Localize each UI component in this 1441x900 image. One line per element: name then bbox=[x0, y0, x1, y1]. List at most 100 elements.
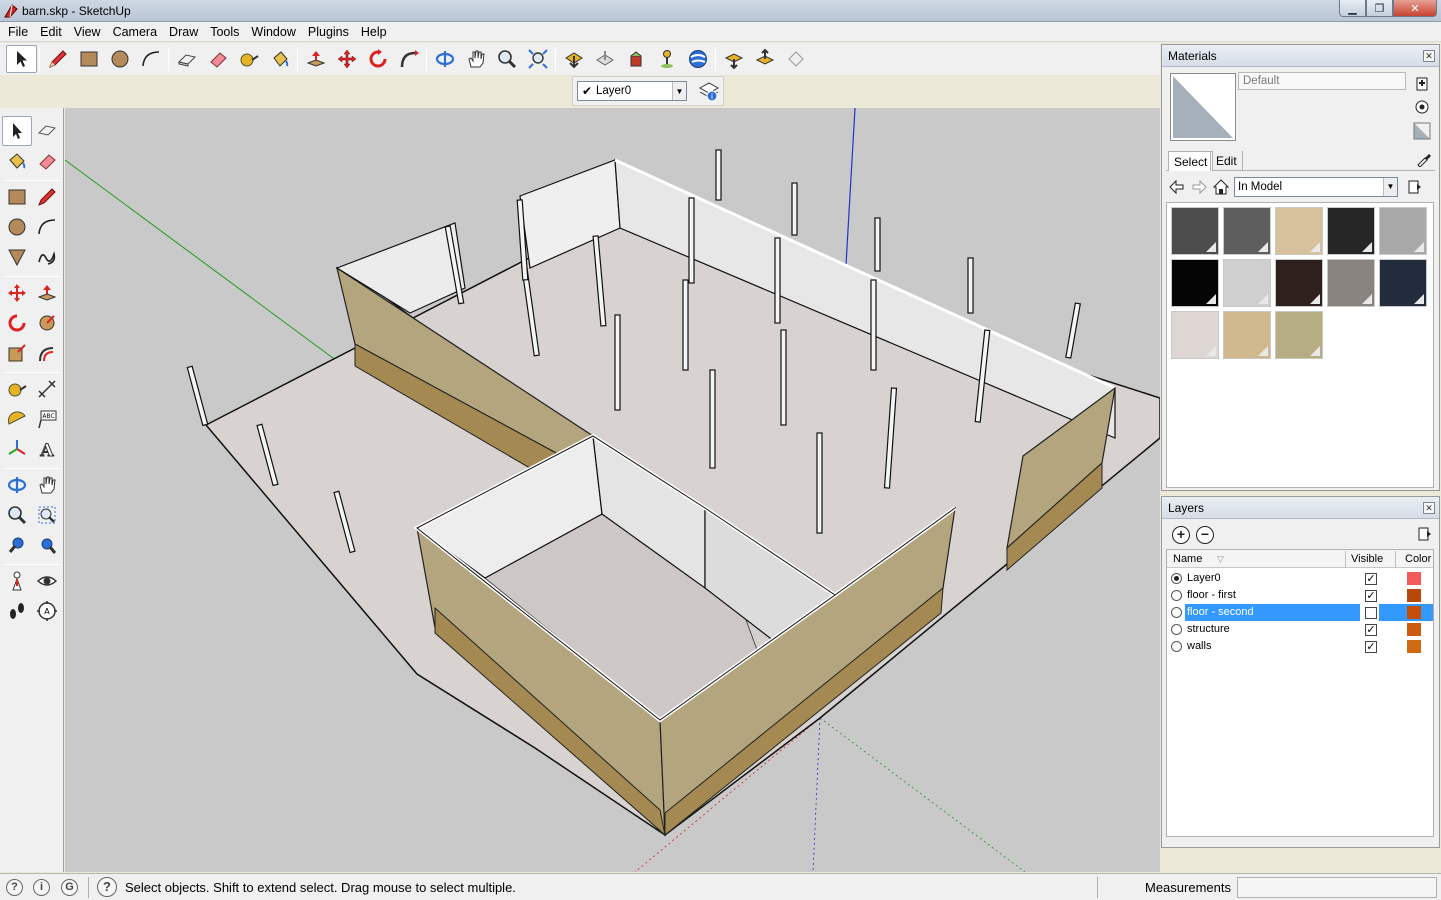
model-canvas[interactable] bbox=[65, 108, 1160, 872]
layer-name[interactable]: floor - second bbox=[1185, 604, 1360, 621]
details-button[interactable] bbox=[1404, 176, 1426, 198]
active-layer-radio[interactable] bbox=[1171, 641, 1182, 652]
material-swatch[interactable] bbox=[1171, 311, 1219, 359]
active-layer-radio[interactable] bbox=[1171, 590, 1182, 601]
column[interactable] bbox=[186, 365, 209, 427]
layer-row[interactable]: structure ✓ bbox=[1167, 621, 1433, 638]
push-pull-button[interactable] bbox=[300, 45, 331, 73]
menu-tools[interactable]: Tools bbox=[204, 22, 245, 42]
previous-view-button-large[interactable] bbox=[2, 530, 32, 560]
material-swatch[interactable] bbox=[1327, 259, 1375, 307]
zoom-extents-button[interactable] bbox=[522, 45, 553, 73]
orbit-button-large[interactable] bbox=[2, 470, 32, 500]
material-swatch[interactable] bbox=[1275, 259, 1323, 307]
tape-measure-button[interactable] bbox=[233, 45, 264, 73]
layers-details-button[interactable] bbox=[1418, 527, 1432, 544]
arc-button-large[interactable] bbox=[32, 212, 62, 242]
layer-color-swatch[interactable] bbox=[1407, 572, 1421, 585]
measurements-input[interactable] bbox=[1237, 877, 1437, 898]
push-pull-button-large[interactable] bbox=[32, 278, 62, 308]
offset-button-large[interactable] bbox=[32, 338, 62, 368]
maximize-button[interactable]: ❐ bbox=[1366, 0, 1393, 17]
column[interactable] bbox=[816, 432, 823, 534]
follow-me-button-large[interactable] bbox=[32, 308, 62, 338]
material-swatch[interactable] bbox=[1223, 311, 1271, 359]
column[interactable] bbox=[688, 197, 695, 284]
pencil-tool-button[interactable] bbox=[42, 45, 73, 73]
layer-row[interactable]: walls ✓ bbox=[1167, 638, 1433, 655]
zoom-button-large[interactable] bbox=[2, 500, 32, 530]
layer-manager-button[interactable]: i bbox=[695, 78, 723, 104]
column[interactable] bbox=[682, 279, 689, 371]
protractor-button-large[interactable] bbox=[2, 404, 32, 434]
zoom-window-button-large[interactable] bbox=[32, 500, 62, 530]
name-column-header[interactable]: Name bbox=[1173, 550, 1202, 568]
column[interactable] bbox=[774, 237, 781, 324]
material-swatch[interactable] bbox=[1223, 259, 1271, 307]
share-model-button[interactable] bbox=[589, 45, 620, 73]
circle-button-large[interactable] bbox=[2, 212, 32, 242]
layer-name[interactable]: walls bbox=[1185, 638, 1360, 655]
material-swatch[interactable] bbox=[1327, 207, 1375, 255]
zoom-extents-button-large[interactable] bbox=[32, 530, 62, 560]
sample-paint-button[interactable] bbox=[1412, 97, 1432, 117]
active-layer-radio[interactable] bbox=[1171, 573, 1182, 584]
freehand-button-large[interactable] bbox=[32, 242, 62, 272]
menu-draw[interactable]: Draw bbox=[163, 22, 204, 42]
arc-tool-button[interactable] bbox=[135, 45, 166, 73]
column[interactable] bbox=[1065, 302, 1081, 359]
layer-row[interactable]: Layer0 ✓ bbox=[1167, 570, 1433, 587]
geo-location-icon[interactable]: ? bbox=[6, 879, 23, 896]
layer-visible-checkbox[interactable]: ✓ bbox=[1365, 573, 1377, 585]
google-earth-button[interactable] bbox=[651, 45, 682, 73]
layer-color-swatch[interactable] bbox=[1407, 623, 1421, 636]
display-secondary-selection-button[interactable] bbox=[1412, 121, 1432, 141]
back-button[interactable] bbox=[1166, 176, 1188, 198]
get-models-button[interactable] bbox=[558, 45, 589, 73]
column[interactable] bbox=[791, 182, 798, 236]
materials-close-button[interactable]: ✕ bbox=[1423, 50, 1435, 62]
menu-help[interactable]: Help bbox=[355, 22, 393, 42]
credits-icon[interactable]: i bbox=[33, 879, 50, 896]
text-button-large[interactable]: ABC bbox=[32, 404, 62, 434]
rectangle-tool-button[interactable] bbox=[73, 45, 104, 73]
layers-close-button[interactable]: ✕ bbox=[1423, 502, 1435, 514]
rotate-tool-button[interactable] bbox=[362, 45, 393, 73]
active-layer-radio[interactable] bbox=[1171, 607, 1182, 618]
follow-me-button[interactable] bbox=[393, 45, 424, 73]
scale-button-large[interactable] bbox=[2, 338, 32, 368]
color-column-header[interactable]: Color bbox=[1405, 550, 1431, 568]
layer-name[interactable]: structure bbox=[1185, 621, 1360, 638]
minimize-button[interactable]: ▁ bbox=[1339, 0, 1366, 17]
polygon-button-large[interactable] bbox=[2, 242, 32, 272]
close-button[interactable]: ✕ bbox=[1393, 0, 1437, 17]
eraser-button-large[interactable] bbox=[32, 146, 62, 176]
layer-name[interactable]: floor - first bbox=[1185, 587, 1360, 604]
pencil-button-large[interactable] bbox=[32, 182, 62, 212]
column[interactable] bbox=[870, 279, 877, 371]
column[interactable] bbox=[715, 149, 722, 201]
layer-color-swatch[interactable] bbox=[1407, 589, 1421, 602]
material-swatch[interactable] bbox=[1275, 311, 1323, 359]
move-tool-button[interactable] bbox=[331, 45, 362, 73]
pan-tool-button[interactable] bbox=[460, 45, 491, 73]
rotate-button-large[interactable] bbox=[2, 308, 32, 338]
select-tool-button-large[interactable] bbox=[2, 116, 32, 146]
column[interactable] bbox=[614, 314, 621, 411]
menu-plugins[interactable]: Plugins bbox=[302, 22, 355, 42]
make-component-button-large[interactable] bbox=[32, 116, 62, 146]
visible-column-header[interactable]: Visible bbox=[1351, 550, 1383, 568]
layer-visible-checkbox[interactable]: ✓ bbox=[1365, 624, 1377, 636]
column[interactable] bbox=[780, 329, 787, 426]
collection-dropdown[interactable]: In Model ▼ bbox=[1234, 177, 1398, 197]
walk-button-large[interactable] bbox=[2, 596, 32, 626]
menu-edit[interactable]: Edit bbox=[34, 22, 68, 42]
photo-textures-button[interactable] bbox=[682, 45, 713, 73]
material-swatch[interactable] bbox=[1171, 207, 1219, 255]
layer-row[interactable]: floor - second bbox=[1167, 604, 1433, 621]
column[interactable] bbox=[874, 217, 881, 272]
3d-text-button-large[interactable]: A bbox=[32, 434, 62, 464]
add-layer-button[interactable]: + bbox=[1172, 526, 1190, 544]
forward-button[interactable] bbox=[1188, 176, 1210, 198]
get-current-view-button[interactable] bbox=[718, 45, 749, 73]
